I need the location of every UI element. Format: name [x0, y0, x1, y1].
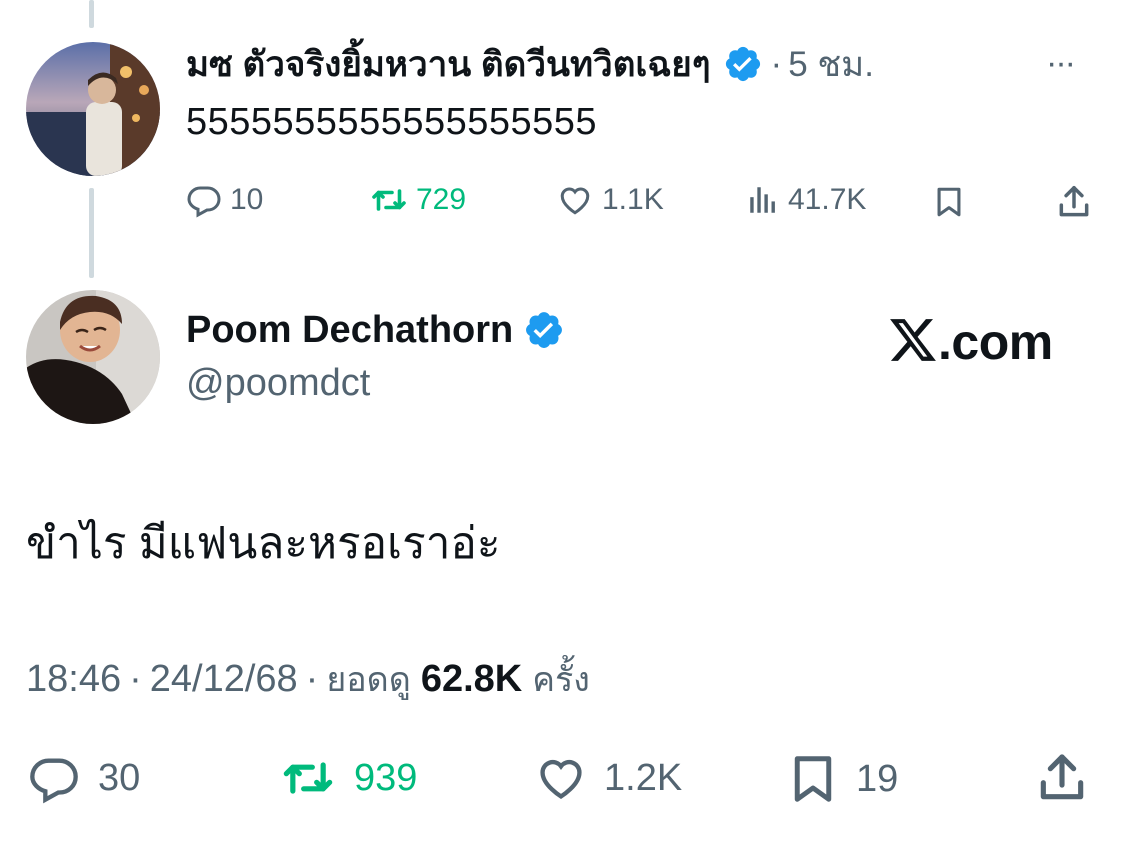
main-bookmark-button[interactable]: 19 — [786, 750, 898, 808]
views-suffix: ครั้ง — [532, 661, 590, 699]
x-com-watermark: .com — [888, 314, 1053, 370]
share-icon — [1055, 183, 1093, 221]
main-like-button[interactable]: 1.2K — [532, 752, 682, 804]
main-avatar[interactable] — [26, 290, 160, 424]
parent-display-name[interactable]: มซ ตัวจริงยิ้มหวาน ติดวีนทวิตเฉยๆ — [186, 37, 711, 92]
verified-badge-icon — [723, 44, 763, 84]
repost-icon — [370, 182, 408, 218]
parent-bookmark-button[interactable] — [932, 183, 966, 221]
tweet-date[interactable]: 24/12/68 — [150, 658, 298, 701]
bookmark-icon — [932, 183, 966, 221]
tweet-time[interactable]: 18:46 — [26, 658, 121, 701]
bookmark-icon — [786, 750, 840, 808]
tweet-meta: 18:46 · 24/12/68 · ยอดดู 62.8K ครั้ง — [26, 652, 590, 706]
parent-separator: · — [770, 44, 783, 83]
views-chart-icon — [746, 182, 780, 218]
parent-like-button[interactable]: 1.1K — [556, 182, 664, 218]
reply-icon — [186, 182, 222, 218]
parent-header: มซ ตัวจริงยิ้มหวาน ติดวีนทวิตเฉยๆ · 5 ชม… — [186, 40, 874, 88]
main-handle[interactable]: @poomdct — [186, 362, 370, 405]
main-reply-count: 30 — [98, 756, 141, 799]
parent-views-count: 41.7K — [788, 183, 867, 216]
main-repost-count: 939 — [354, 756, 418, 799]
parent-tweet-text: 5555555555555555555 — [186, 101, 598, 143]
parent-like-count: 1.1K — [602, 183, 664, 216]
main-tweet-text: ขำไร มีแฟนละหรอเราอ่ะ — [26, 519, 501, 568]
parent-repost-count: 729 — [416, 183, 467, 216]
main-like-count: 1.2K — [604, 756, 683, 799]
thread-line-top — [89, 0, 94, 28]
main-header: Poom Dechathorn — [186, 306, 565, 354]
watermark-text: .com — [938, 314, 1053, 370]
views-label: ยอดดู — [326, 661, 411, 699]
meta-separator: · — [129, 658, 142, 700]
parent-views-button[interactable]: 41.7K — [746, 182, 866, 218]
more-options-icon[interactable]: ··· — [1046, 44, 1076, 83]
parent-reply-button[interactable]: 10 — [186, 182, 263, 218]
main-share-button[interactable] — [1034, 750, 1090, 806]
repost-icon — [276, 752, 340, 804]
main-display-name[interactable]: Poom Dechathorn — [186, 309, 513, 352]
x-logo-icon — [888, 317, 938, 368]
heart-icon — [556, 182, 594, 218]
reply-icon — [26, 752, 82, 804]
parent-timestamp[interactable]: 5 ชม. — [788, 37, 874, 92]
verified-badge-icon — [523, 309, 565, 351]
main-bookmark-count: 19 — [856, 757, 899, 800]
share-icon — [1034, 750, 1090, 806]
thread-line-bottom — [89, 188, 94, 278]
heart-icon — [532, 752, 590, 804]
main-reply-button[interactable]: 30 — [26, 752, 140, 804]
meta-separator: · — [305, 658, 319, 700]
views-count[interactable]: 62.8K — [421, 658, 522, 701]
parent-reply-count: 10 — [230, 183, 264, 216]
parent-share-button[interactable] — [1055, 183, 1093, 221]
main-repost-button[interactable]: 939 — [276, 752, 417, 804]
parent-avatar[interactable] — [26, 42, 160, 176]
parent-repost-button[interactable]: 729 — [370, 182, 466, 218]
